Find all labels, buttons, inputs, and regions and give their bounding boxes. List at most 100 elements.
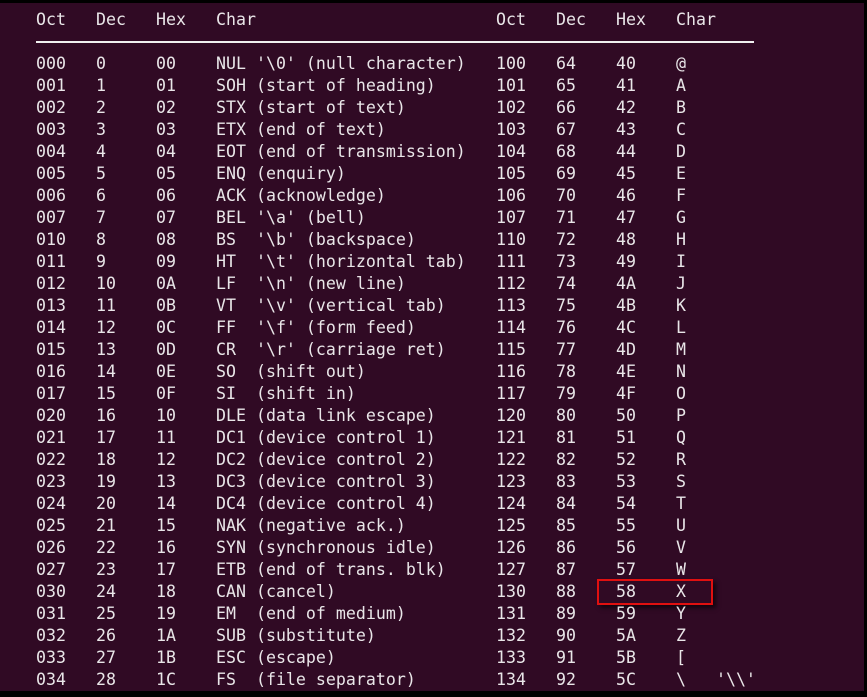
cell-char: Z	[676, 626, 686, 645]
cell-hex: 4C	[616, 318, 636, 337]
cell-char: FS (file separator)	[216, 670, 416, 689]
header-divider	[36, 41, 754, 43]
cell-hex: 5B	[616, 648, 636, 667]
cell-char: SOH (start of heading)	[216, 76, 436, 95]
cell-hex: 16	[156, 538, 176, 557]
cell-char: DC3 (device control 3)	[216, 472, 436, 491]
cell-char: E	[676, 164, 686, 183]
cell-hex: 43	[616, 120, 636, 139]
cell-char: [	[676, 648, 686, 667]
cell-hex: 17	[156, 560, 176, 579]
cell-oct: 107	[496, 208, 526, 227]
cell-oct: 106	[496, 186, 526, 205]
cell-char: SI (shift in)	[216, 384, 356, 403]
cell-hex: 08	[156, 230, 176, 249]
cell-hex: 0B	[156, 296, 176, 315]
cell-oct: 104	[496, 142, 526, 161]
cell-dec: 86	[556, 538, 576, 557]
cell-oct: 116	[496, 362, 526, 381]
cell-oct: 010	[36, 230, 66, 249]
cell-hex: 06	[156, 186, 176, 205]
cell-oct: 112	[496, 274, 526, 293]
cell-oct: 130	[496, 582, 526, 601]
cell-hex: 14	[156, 494, 176, 513]
cell-hex: 47	[616, 208, 636, 227]
cell-char: A	[676, 76, 686, 95]
cell-dec: 64	[556, 54, 576, 73]
cell-oct: 121	[496, 428, 526, 447]
cell-oct: 016	[36, 362, 66, 381]
cell-dec: 77	[556, 340, 576, 359]
cell-oct: 032	[36, 626, 66, 645]
cell-char: R	[676, 450, 686, 469]
cell-hex: 03	[156, 120, 176, 139]
cell-oct: 125	[496, 516, 526, 535]
cell-oct: 100	[496, 54, 526, 73]
cell-char: I	[676, 252, 686, 271]
cell-dec: 75	[556, 296, 576, 315]
cell-dec: 73	[556, 252, 576, 271]
cell-hex: 40	[616, 54, 636, 73]
cell-char: SUB (substitute)	[216, 626, 376, 645]
cell-char: LF '\n' (new line)	[216, 274, 406, 293]
cell-char: B	[676, 98, 686, 117]
cell-char: P	[676, 406, 686, 425]
cell-dec: 1	[96, 76, 106, 95]
cell-oct: 012	[36, 274, 66, 293]
cell-oct: 110	[496, 230, 526, 249]
cell-dec: 4	[96, 142, 106, 161]
header-oct: Oct	[36, 10, 66, 29]
cell-char: S	[676, 472, 686, 491]
cell-char: NAK (negative ack.)	[216, 516, 406, 535]
cell-hex: 04	[156, 142, 176, 161]
cell-hex: 58	[616, 582, 636, 601]
cell-char: SO (shift out)	[216, 362, 366, 381]
cell-hex: 0D	[156, 340, 176, 359]
cell-hex: 4F	[616, 384, 636, 403]
cell-oct: 022	[36, 450, 66, 469]
cell-char: ETB (end of trans. blk)	[216, 560, 446, 579]
cell-dec: 11	[96, 296, 116, 315]
cell-oct: 015	[36, 340, 66, 359]
cell-dec: 20	[96, 494, 116, 513]
header-oct: Oct	[496, 10, 526, 29]
cell-oct: 025	[36, 516, 66, 535]
cell-dec: 71	[556, 208, 576, 227]
cell-hex: 15	[156, 516, 176, 535]
cell-char: EM (end of medium)	[216, 604, 406, 623]
cell-oct: 021	[36, 428, 66, 447]
header-dec: Dec	[556, 10, 586, 29]
cell-oct: 123	[496, 472, 526, 491]
cell-hex: 4D	[616, 340, 636, 359]
cell-oct: 105	[496, 164, 526, 183]
cell-oct: 031	[36, 604, 66, 623]
cell-hex: 52	[616, 450, 636, 469]
cell-oct: 132	[496, 626, 526, 645]
cell-oct: 030	[36, 582, 66, 601]
cell-oct: 005	[36, 164, 66, 183]
cell-oct: 024	[36, 494, 66, 513]
cell-oct: 101	[496, 76, 526, 95]
cell-dec: 76	[556, 318, 576, 337]
cell-dec: 27	[96, 648, 116, 667]
cell-dec: 17	[96, 428, 116, 447]
cell-dec: 88	[556, 582, 576, 601]
cell-char: \ '\\'	[676, 670, 756, 689]
cell-dec: 79	[556, 384, 576, 403]
cell-hex: 50	[616, 406, 636, 425]
cell-hex: 46	[616, 186, 636, 205]
cell-char: STX (start of text)	[216, 98, 406, 117]
cell-dec: 82	[556, 450, 576, 469]
cell-char: EOT (end of transmission)	[216, 142, 466, 161]
cell-hex: 5C	[616, 670, 636, 689]
cell-char: T	[676, 494, 686, 513]
cell-dec: 26	[96, 626, 116, 645]
cell-dec: 78	[556, 362, 576, 381]
header-char: Char	[676, 10, 716, 29]
cell-hex: 18	[156, 582, 176, 601]
cell-hex: 53	[616, 472, 636, 491]
cell-oct: 033	[36, 648, 66, 667]
cell-char: U	[676, 516, 686, 535]
cell-char: CR '\r' (carriage ret)	[216, 340, 446, 359]
cell-dec: 66	[556, 98, 576, 117]
